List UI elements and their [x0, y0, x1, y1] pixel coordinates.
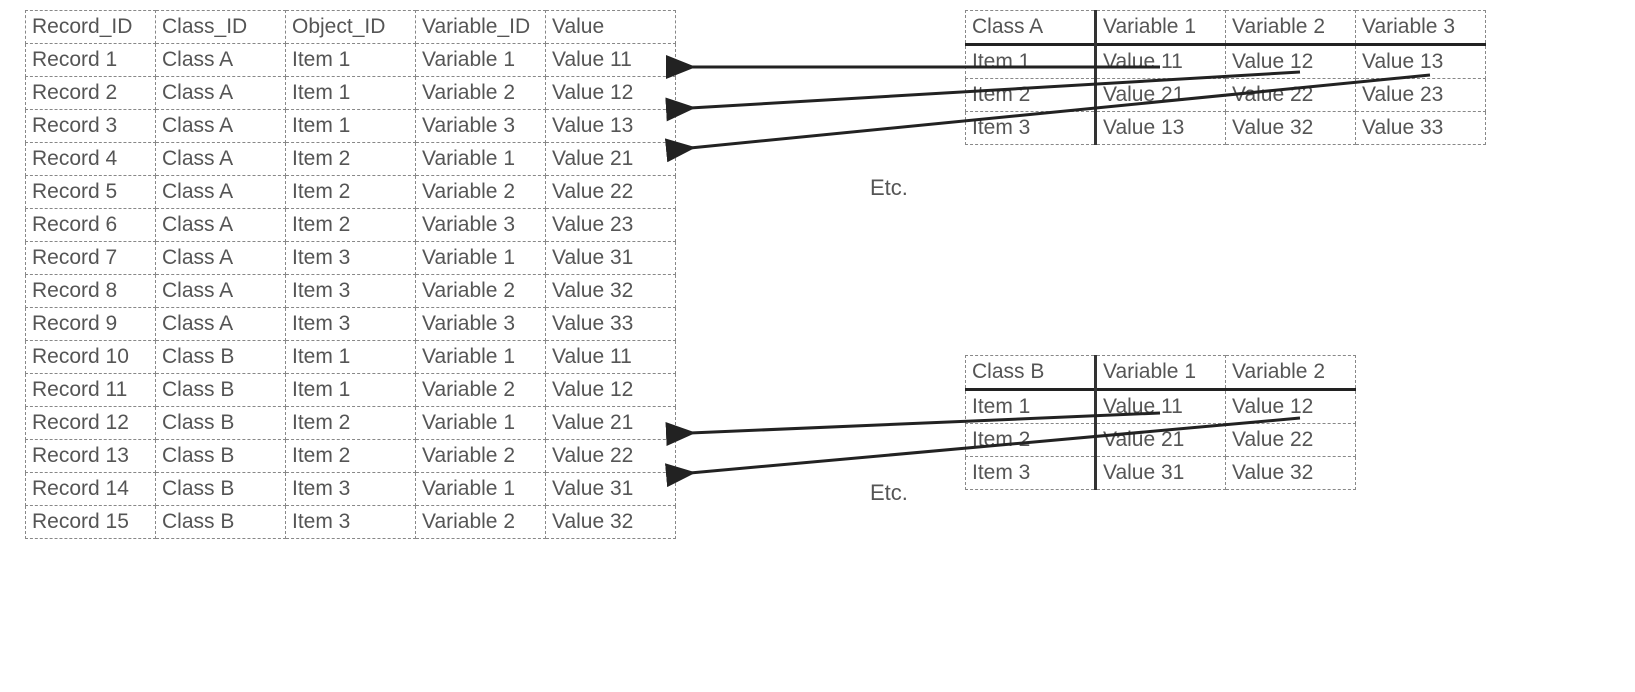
col-value: Value — [546, 11, 676, 44]
table-row: Record 13Class BItem 2Variable 2Value 22 — [26, 440, 676, 473]
table-row: Record 3Class AItem 1Variable 3Value 13 — [26, 110, 676, 143]
col-record-id: Record_ID — [26, 11, 156, 44]
table-row: Record 11Class BItem 1Variable 2Value 12 — [26, 374, 676, 407]
table-row: Item 3Value 31Value 32 — [966, 457, 1356, 490]
table-row: Record 1Class AItem 1Variable 1Value 11 — [26, 44, 676, 77]
col-class-id: Class_ID — [156, 11, 286, 44]
wide-table-class-a: Class A Variable 1 Variable 2 Variable 3… — [965, 10, 1486, 145]
header-var1: Variable 1 — [1096, 356, 1226, 390]
table-header-row: Record_ID Class_ID Object_ID Variable_ID… — [26, 11, 676, 44]
table-row: Item 1Value 11Value 12 — [966, 390, 1356, 424]
table-row: Record 15Class BItem 3Variable 2Value 32 — [26, 506, 676, 539]
diagram-canvas: Record_ID Class_ID Object_ID Variable_ID… — [0, 0, 1635, 692]
header-class-b: Class B — [966, 356, 1096, 390]
col-object-id: Object_ID — [286, 11, 416, 44]
header-var1: Variable 1 — [1096, 11, 1226, 45]
long-format-table: Record_ID Class_ID Object_ID Variable_ID… — [25, 10, 676, 539]
table-row: Record 2Class AItem 1Variable 2Value 12 — [26, 77, 676, 110]
wide-table-class-b: Class B Variable 1 Variable 2 Item 1Valu… — [965, 355, 1356, 490]
header-class-a: Class A — [966, 11, 1096, 45]
table-row: Record 7Class AItem 3Variable 1Value 31 — [26, 242, 676, 275]
header-var2: Variable 2 — [1226, 356, 1356, 390]
table-row: Record 5Class AItem 2Variable 2Value 22 — [26, 176, 676, 209]
table-row: Item 3Value 13Value 32Value 33 — [966, 112, 1486, 145]
table-header-row: Class A Variable 1 Variable 2 Variable 3 — [966, 11, 1486, 45]
table-row: Record 14Class BItem 3Variable 1Value 31 — [26, 473, 676, 506]
table-row: Item 2Value 21Value 22Value 23 — [966, 79, 1486, 112]
table-row: Record 12Class BItem 2Variable 1Value 21 — [26, 407, 676, 440]
etc-label-b: Etc. — [870, 480, 908, 506]
table-row: Item 2Value 21Value 22 — [966, 424, 1356, 457]
table-row: Record 9Class AItem 3Variable 3Value 33 — [26, 308, 676, 341]
table-row: Record 10Class BItem 1Variable 1Value 11 — [26, 341, 676, 374]
table-row: Record 8Class AItem 3Variable 2Value 32 — [26, 275, 676, 308]
table-row: Record 4Class AItem 2Variable 1Value 21 — [26, 143, 676, 176]
etc-label-a: Etc. — [870, 175, 908, 201]
table-row: Record 6Class AItem 2Variable 3Value 23 — [26, 209, 676, 242]
header-var3: Variable 3 — [1356, 11, 1486, 45]
col-variable-id: Variable_ID — [416, 11, 546, 44]
table-row: Item 1Value 11Value 12Value 13 — [966, 45, 1486, 79]
header-var2: Variable 2 — [1226, 11, 1356, 45]
table-header-row: Class B Variable 1 Variable 2 — [966, 356, 1356, 390]
